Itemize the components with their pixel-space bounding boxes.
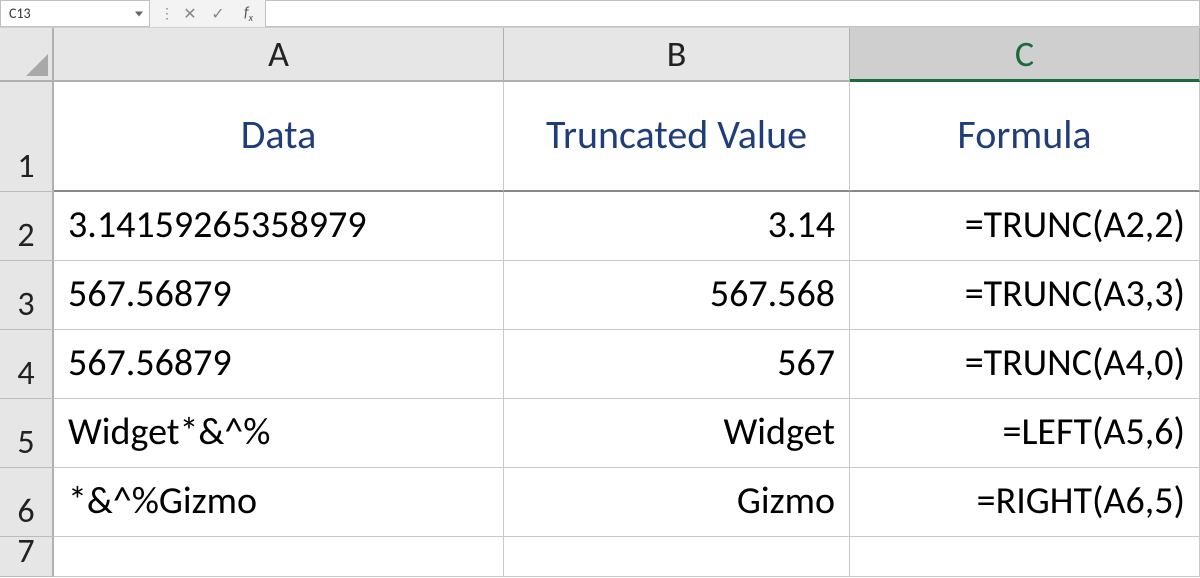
- cell-b3[interactable]: 567.568: [504, 261, 850, 330]
- cell-c7[interactable]: [850, 537, 1200, 577]
- cell-value: Widget: [724, 409, 836, 455]
- select-all-corner[interactable]: [0, 28, 54, 82]
- column-label: C: [1015, 32, 1034, 76]
- close-icon: ✕: [183, 4, 196, 24]
- enter-button[interactable]: ✓: [204, 0, 232, 27]
- cell-value: =LEFT(A5,6): [1003, 409, 1185, 455]
- formula-bar: C13 ⋮ ✕ ✓ fx: [0, 0, 1200, 28]
- column-header-b[interactable]: B: [504, 28, 850, 82]
- row-label: 2: [17, 215, 34, 256]
- cell-value: =TRUNC(A3,3): [965, 271, 1185, 317]
- cell-c1[interactable]: Formula: [850, 82, 1200, 192]
- cell-a6[interactable]: *&^%Gizmo: [54, 468, 504, 537]
- cell-b2[interactable]: 3.14: [504, 192, 850, 261]
- cell-value: =RIGHT(A6,5): [977, 478, 1185, 524]
- cell-value: 3.14: [768, 202, 835, 248]
- column-label: B: [667, 32, 687, 76]
- row-label: 6: [17, 491, 34, 532]
- row-label: 1: [17, 146, 34, 187]
- cell-value: Data: [241, 112, 316, 158]
- cell-b6[interactable]: Gizmo: [504, 468, 850, 537]
- row-header-3[interactable]: 3: [0, 261, 54, 330]
- cell-a1[interactable]: Data: [54, 82, 504, 192]
- cell-b7[interactable]: [504, 537, 850, 577]
- check-icon: ✓: [211, 4, 224, 24]
- cell-b1[interactable]: Truncated Value: [504, 82, 850, 192]
- chevron-down-icon[interactable]: [135, 11, 143, 16]
- cell-a3[interactable]: 567.56879: [54, 261, 504, 330]
- cell-c4[interactable]: =TRUNC(A4,0): [850, 330, 1200, 399]
- row-header-2[interactable]: 2: [0, 192, 54, 261]
- formula-input[interactable]: [266, 0, 1200, 27]
- row-header-7[interactable]: 7: [0, 537, 54, 577]
- column-label: A: [268, 32, 289, 76]
- cell-value: 567.56879: [68, 340, 232, 386]
- cell-c2[interactable]: =TRUNC(A2,2): [850, 192, 1200, 261]
- row-header-6[interactable]: 6: [0, 468, 54, 537]
- name-box-value: C13: [9, 5, 31, 22]
- cell-c5[interactable]: =LEFT(A5,6): [850, 399, 1200, 468]
- cell-value: Formula: [957, 112, 1091, 158]
- drag-handle-icon[interactable]: ⋮: [158, 5, 176, 22]
- cell-value: 567.56879: [68, 271, 232, 317]
- cell-b4[interactable]: 567: [504, 330, 850, 399]
- cell-value: 567.568: [710, 271, 835, 317]
- cell-value: =TRUNC(A2,2): [965, 202, 1185, 248]
- cell-value: Truncated Value: [546, 112, 807, 158]
- column-header-c[interactable]: C: [850, 28, 1200, 82]
- row-label: 4: [17, 353, 34, 394]
- row-label: 3: [17, 284, 34, 325]
- row-header-4[interactable]: 4: [0, 330, 54, 399]
- cell-a7[interactable]: [54, 537, 504, 577]
- name-box[interactable]: C13: [0, 0, 150, 27]
- fx-icon: fx: [244, 4, 253, 24]
- row-header-5[interactable]: 5: [0, 399, 54, 468]
- cell-a2[interactable]: 3.14159265358979: [54, 192, 504, 261]
- separator: [150, 0, 158, 27]
- cell-a4[interactable]: 567.56879: [54, 330, 504, 399]
- column-header-a[interactable]: A: [54, 28, 504, 82]
- cell-b5[interactable]: Widget: [504, 399, 850, 468]
- spreadsheet-grid: A B C 1 Data Truncated Value Formula 2 3…: [0, 28, 1200, 577]
- cancel-button[interactable]: ✕: [176, 0, 204, 27]
- row-header-1[interactable]: 1: [0, 82, 54, 192]
- cell-value: *&^%Gizmo: [68, 478, 257, 524]
- row-label: 5: [17, 422, 34, 463]
- cell-value: 567: [777, 340, 835, 386]
- cell-a5[interactable]: Widget*&^%: [54, 399, 504, 468]
- cell-value: =TRUNC(A4,0): [965, 340, 1185, 386]
- cell-c6[interactable]: =RIGHT(A6,5): [850, 468, 1200, 537]
- cell-value: 3.14159265358979: [68, 202, 367, 248]
- insert-function-button[interactable]: fx: [232, 0, 266, 27]
- row-label: 7: [17, 531, 34, 572]
- cell-value: Widget*&^%: [68, 409, 270, 455]
- cell-c3[interactable]: =TRUNC(A3,3): [850, 261, 1200, 330]
- cell-value: Gizmo: [737, 478, 835, 524]
